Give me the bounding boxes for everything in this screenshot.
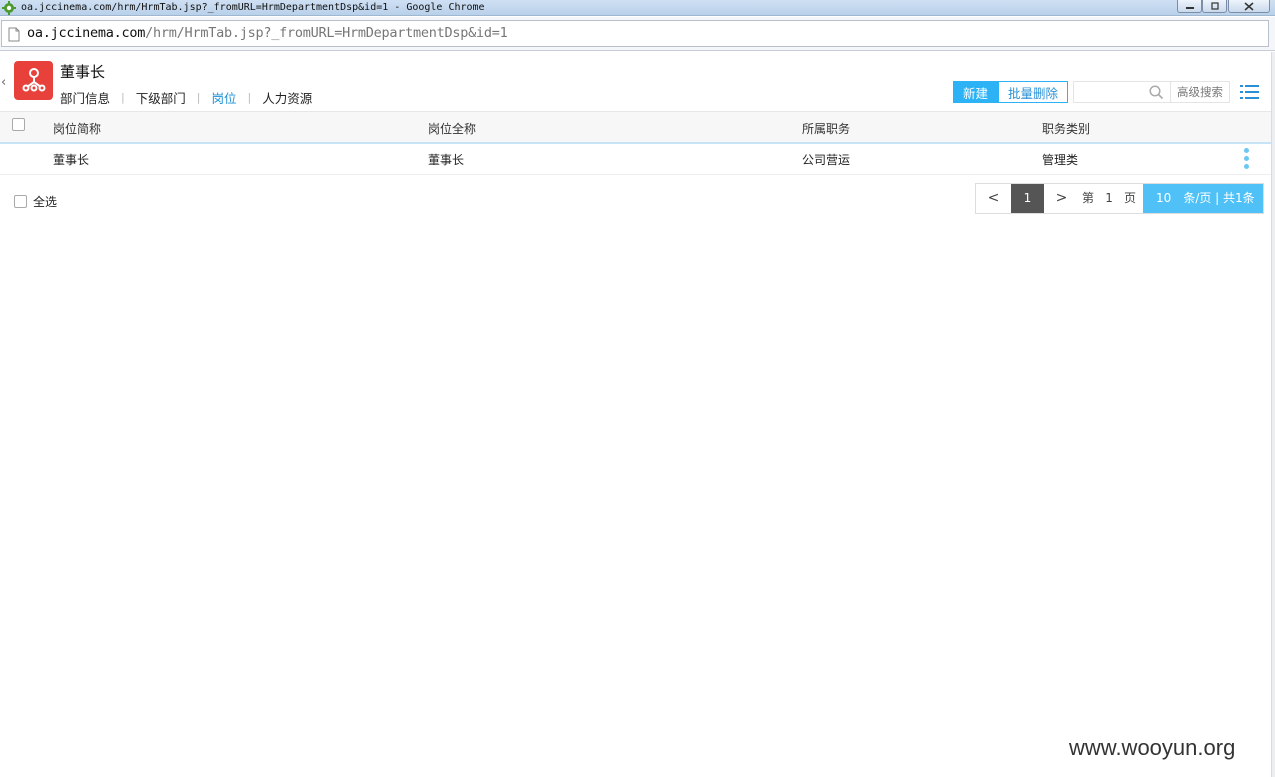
- table-header: 岗位简称 岗位全称 所属职务 职务类别: [0, 111, 1272, 144]
- pagination: < 1 > 第 1 页 10 条/页 | 共1条: [975, 183, 1265, 214]
- tab-divider: |: [196, 91, 201, 104]
- next-page-button[interactable]: >: [1044, 184, 1079, 213]
- url-field[interactable]: oa.jccinema.com/hrm/HrmTab.jsp?_fromURL=…: [1, 20, 1269, 47]
- cell-job-category: 管理类: [1042, 153, 1079, 167]
- table-row[interactable]: 董事长 董事长 公司营运 管理类: [0, 144, 1272, 175]
- tab-divider: |: [121, 91, 125, 104]
- tab-bar: 部门信息 | 下级部门 | 岗位 | 人力资源: [60, 88, 312, 117]
- action-toolbar: 新建 批量删除: [953, 81, 1068, 103]
- search-box: [1073, 81, 1171, 103]
- minimize-button[interactable]: [1177, 0, 1202, 13]
- tab-divider: |: [247, 91, 252, 104]
- list-view-icon[interactable]: [1240, 84, 1259, 100]
- tab-department-info[interactable]: 部门信息: [60, 88, 110, 107]
- batch-delete-button[interactable]: 批量删除: [998, 81, 1068, 103]
- new-button[interactable]: 新建: [953, 81, 998, 103]
- url-host: oa.jccinema.com: [27, 25, 146, 41]
- watermark: www.wooyun.org: [1069, 735, 1236, 760]
- restore-button[interactable]: [1202, 0, 1227, 13]
- row-more-icon[interactable]: [1244, 148, 1250, 172]
- restore-icon: [1210, 2, 1219, 10]
- select-all-label: 全选: [33, 195, 58, 209]
- page-jump-input[interactable]: 1: [1097, 184, 1121, 213]
- department-org-icon: [14, 61, 53, 100]
- app-gear-icon: [2, 1, 16, 15]
- page-suffix: 页: [1124, 191, 1137, 205]
- header-checkbox[interactable]: [12, 118, 25, 131]
- browser-address-bar: oa.jccinema.com/hrm/HrmTab.jsp?_fromURL=…: [0, 17, 1275, 51]
- page-size-value: 10: [1156, 191, 1172, 205]
- table-footer: 全选 < 1 > 第 1 页 10 条/页 | 共1条: [0, 183, 1275, 214]
- search-input[interactable]: [1074, 82, 1148, 102]
- select-all[interactable]: 全选: [14, 193, 57, 210]
- column-header-job-title[interactable]: 所属职务: [802, 120, 850, 137]
- page-title: 董事长: [60, 63, 106, 81]
- window-title: oa.jccinema.com/hrm/HrmTab.jsp?_fromURL=…: [21, 2, 485, 13]
- url-text: oa.jccinema.com/hrm/HrmTab.jsp?_fromURL=…: [27, 25, 508, 41]
- back-chevron-icon[interactable]: ‹: [1, 75, 6, 90]
- cell-full-name: 董事长: [428, 153, 465, 167]
- vertical-scrollbar[interactable]: [1271, 52, 1275, 777]
- current-page-button[interactable]: 1: [1011, 184, 1044, 213]
- column-header-full-name[interactable]: 岗位全称: [428, 120, 476, 137]
- tab-human-resources[interactable]: 人力资源: [262, 88, 312, 107]
- page-total-text: 条/页 | 共1条: [1183, 191, 1255, 205]
- tab-sub-departments[interactable]: 下级部门: [136, 88, 186, 107]
- prev-page-button[interactable]: <: [976, 184, 1011, 213]
- close-window-button[interactable]: [1228, 0, 1270, 13]
- close-icon: [1244, 2, 1254, 11]
- search-icon[interactable]: [1149, 85, 1164, 100]
- column-header-short-name[interactable]: 岗位简称: [53, 120, 101, 137]
- cell-job-title: 公司营运: [802, 153, 851, 167]
- cell-short-name[interactable]: 董事长: [53, 151, 89, 168]
- window-titlebar: oa.jccinema.com/hrm/HrmTab.jsp?_fromURL=…: [0, 0, 1275, 16]
- column-header-job-category[interactable]: 职务类别: [1042, 120, 1090, 137]
- page-icon: [8, 27, 20, 42]
- select-all-checkbox[interactable]: [14, 195, 27, 208]
- minimize-icon: [1185, 7, 1194, 9]
- page-prefix: 第: [1082, 191, 1095, 205]
- tab-positions[interactable]: 岗位: [211, 88, 236, 117]
- url-path: /hrm/HrmTab.jsp?_fromURL=HrmDepartmentDs…: [145, 25, 508, 41]
- page-content: ‹ 董事长 部门信息 | 下级部门 | 岗位 | 人力资源 新建 批量删除 高级…: [0, 52, 1275, 777]
- advanced-search-button[interactable]: 高级搜索: [1171, 81, 1230, 103]
- page-size-selector[interactable]: 10 条/页 | 共1条: [1143, 184, 1264, 213]
